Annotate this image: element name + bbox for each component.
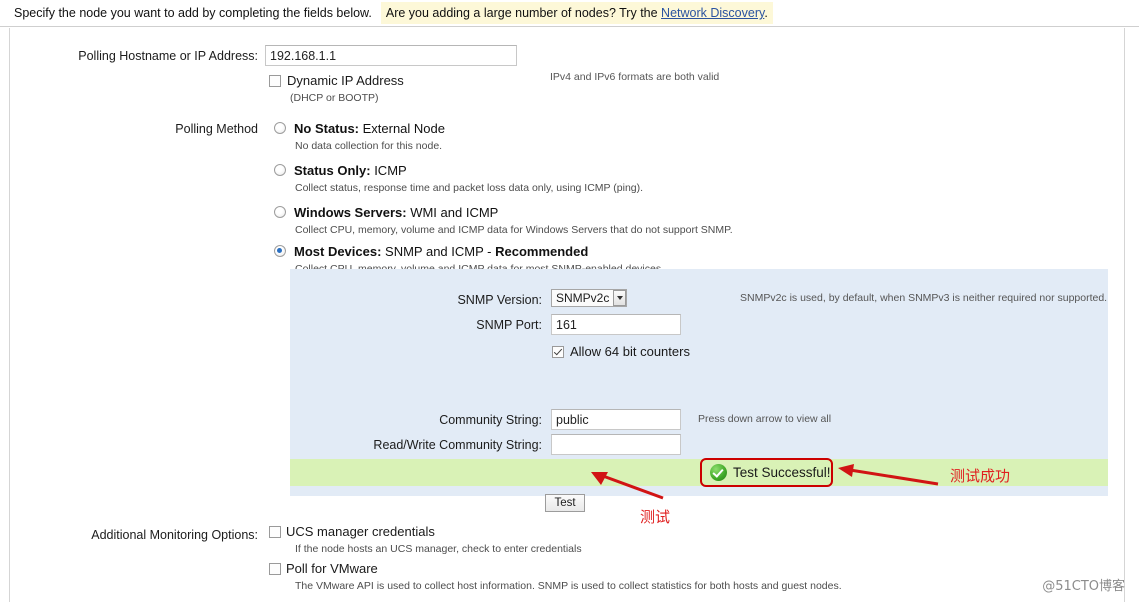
ucs-manager-credentials-label: UCS manager credentials — [286, 524, 435, 539]
snmp-port-label: SNMP Port: — [476, 318, 542, 332]
poll-for-vmware-row[interactable]: Poll for VMware — [269, 561, 378, 576]
watermark: @51CTO博客 — [1042, 579, 1125, 594]
hostname-input[interactable] — [265, 45, 517, 66]
polling-option-2-rest: WMI and ICMP — [406, 205, 499, 220]
dynamic-ip-row[interactable]: Dynamic IP Address — [269, 73, 404, 88]
instruction-banner: Specify the node you want to add by comp… — [0, 0, 1139, 27]
hostname-hint: IPv4 and IPv6 formats are both valid — [550, 71, 720, 83]
dynamic-ip-checkbox[interactable] — [269, 75, 281, 87]
polling-option-0-rest: External Node — [359, 121, 445, 136]
polling-method-label: Polling Method — [175, 122, 258, 136]
radio-most-devices[interactable] — [274, 245, 286, 257]
ucs-manager-credentials-desc: If the node hosts an UCS manager, check … — [295, 543, 582, 555]
test-successful-annotation-box: Test Successful! — [700, 458, 833, 487]
polling-option-1-rest: ICMP — [370, 163, 407, 178]
dynamic-ip-label: Dynamic IP Address — [287, 73, 404, 88]
form-panel: Polling Hostname or IP Address: IPv4 and… — [9, 28, 1125, 602]
snmp-version-label: SNMP Version: — [457, 293, 542, 307]
radio-no-status[interactable] — [274, 122, 286, 134]
success-annotation-arrow — [838, 464, 939, 486]
polling-option-most-devices[interactable]: Most Devices: SNMP and ICMP - Recommende… — [274, 245, 588, 258]
test-annotation-text: 测试 — [640, 508, 671, 526]
network-discovery-callout: Are you adding a large number of nodes? … — [380, 2, 773, 24]
snmp-settings-panel: SNMP Version: SNMPv2c SNMPv2c is used, b… — [290, 269, 1108, 496]
test-annotation-arrow — [591, 472, 664, 500]
polling-option-0-bold: No Status: — [294, 121, 359, 136]
ucs-manager-credentials-row[interactable]: UCS manager credentials — [269, 524, 435, 539]
ucs-manager-credentials-checkbox[interactable] — [269, 526, 281, 538]
dynamic-ip-sublabel: (DHCP or BOOTP) — [290, 92, 379, 104]
radio-status-only[interactable] — [274, 164, 286, 176]
poll-for-vmware-label: Poll for VMware — [286, 561, 378, 576]
success-check-icon — [710, 464, 727, 481]
radio-windows-servers[interactable] — [274, 206, 286, 218]
callout-prefix-text: Are you adding a large number of nodes? … — [385, 6, 662, 20]
polling-option-3-rest: SNMP and ICMP - — [381, 244, 496, 259]
chevron-down-icon[interactable] — [613, 290, 626, 306]
polling-option-3-bold: Most Devices: — [294, 244, 382, 259]
polling-option-0-desc: No data collection for this node. — [295, 140, 443, 152]
hostname-label: Polling Hostname or IP Address: — [78, 49, 258, 63]
snmp-version-select[interactable]: SNMPv2c — [551, 289, 627, 307]
polling-option-status-only[interactable]: Status Only: ICMP — [274, 164, 407, 177]
polling-option-no-status[interactable]: No Status: External Node — [274, 122, 445, 135]
polling-option-2-bold: Windows Servers: — [294, 205, 407, 220]
community-string-hint: Press down arrow to view all — [698, 413, 832, 425]
test-successful-label: Test Successful! — [733, 465, 831, 480]
snmp-version-value: SNMPv2c — [556, 291, 610, 305]
polling-option-1-bold: Status Only: — [294, 163, 371, 178]
polling-option-1-desc: Collect status, response time and packet… — [295, 182, 644, 194]
test-button[interactable]: Test — [545, 494, 585, 512]
rw-community-string-input[interactable] — [551, 434, 681, 455]
callout-suffix-text: . — [764, 6, 768, 20]
banner-intro-text: Specify the node you want to add by comp… — [14, 6, 372, 20]
allow-64bit-counters-label: Allow 64 bit counters — [570, 344, 690, 359]
poll-for-vmware-desc: The VMware API is used to collect host i… — [295, 580, 842, 592]
network-discovery-link[interactable]: Network Discovery — [661, 6, 764, 20]
polling-option-2-desc: Collect CPU, memory, volume and ICMP dat… — [295, 224, 733, 236]
allow-64bit-counters-row[interactable]: Allow 64 bit counters — [552, 344, 690, 359]
rw-community-string-label: Read/Write Community String: — [373, 438, 542, 452]
community-string-label: Community String: — [439, 413, 542, 427]
allow-64bit-counters-checkbox[interactable] — [552, 345, 564, 358]
snmp-version-hint: SNMPv2c is used, by default, when SNMPv3… — [740, 292, 1108, 304]
success-annotation-text: 测试成功 — [950, 467, 1011, 485]
polling-option-windows-servers[interactable]: Windows Servers: WMI and ICMP — [274, 206, 498, 219]
community-string-input[interactable] — [551, 409, 681, 430]
snmp-port-input[interactable] — [551, 314, 681, 335]
polling-option-3-recommended: Recommended — [495, 244, 589, 259]
poll-for-vmware-checkbox[interactable] — [269, 563, 281, 575]
additional-options-label: Additional Monitoring Options: — [91, 528, 258, 542]
